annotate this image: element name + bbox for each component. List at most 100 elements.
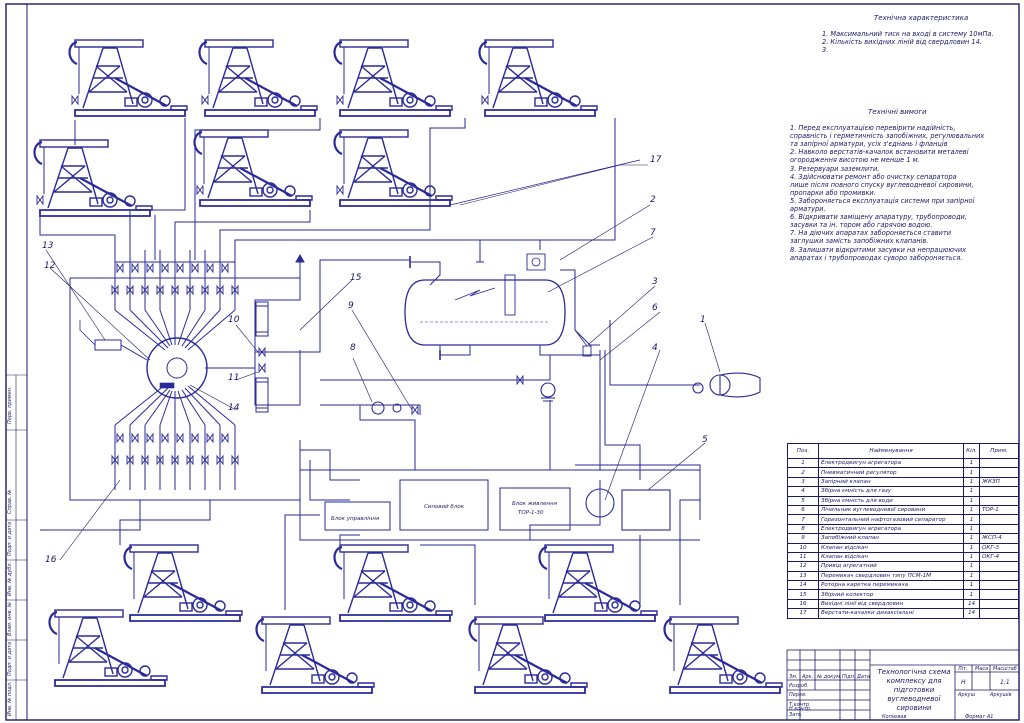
- spec-name: Клапан відсікач: [817, 551, 965, 563]
- tech-requirements-line: та запірної арматури, усіх з'єднань і фл…: [790, 140, 948, 149]
- callout-1: 1: [700, 315, 706, 325]
- spec-pos: 5: [787, 495, 819, 506]
- callout-17: 17: [650, 155, 662, 165]
- stamp-label: Взам. инв. №: [7, 602, 13, 636]
- spec-name: Збірна ємність для води: [817, 495, 965, 506]
- table-row: 10 Клапан відсікач 1 ОКГ-3: [787, 542, 1019, 553]
- title-role-doc: № докум.: [817, 674, 842, 680]
- pipelines: [39, 118, 701, 610]
- spec-qty: 1: [963, 523, 980, 535]
- spec-qty: 1: [963, 542, 980, 553]
- spec-qty: 14: [963, 598, 980, 610]
- title-sheets-label: Аркушів: [990, 692, 1012, 698]
- tech-requirements: Технічні вимоги 1. Перед експлуатацією п…: [790, 108, 984, 262]
- title-role-date: Дата: [857, 674, 870, 680]
- callout-5: 5: [702, 435, 708, 445]
- spec-note: ОКГ-3: [979, 542, 1019, 553]
- spec-qty: 1: [963, 533, 980, 544]
- spec-qty: 1: [963, 504, 980, 516]
- table-row: 7 Горизонтальний нафтогазовий сепаратор 1: [787, 514, 1019, 525]
- spec-qty: 1: [963, 486, 980, 497]
- spec-note: [979, 457, 1019, 469]
- spec-name: Запобіжний клапан: [817, 533, 965, 544]
- tech-requirements-line: 6. Відкривати заміщену апаратуру, трубоп…: [790, 213, 967, 222]
- spec-pos: 8: [787, 523, 819, 535]
- spec-note: [979, 589, 1019, 600]
- spec-name: Верстати-качалки дизаксіальні: [817, 608, 965, 619]
- callout-6: 6: [652, 303, 658, 313]
- table-row: 1 Електродвигун агрегатора 1: [787, 457, 1019, 469]
- spec-pos: 11: [787, 551, 819, 563]
- spec-qty: 1: [963, 457, 980, 469]
- spec-qty: 1: [963, 570, 980, 582]
- spec-qty: 1: [963, 561, 980, 572]
- spec-note: ЖСП-4: [979, 533, 1019, 544]
- stamp-label: Справ. №: [7, 489, 13, 514]
- block-control-label: Блок управління: [331, 516, 380, 522]
- spec-name: Електродвигун агрегатора: [817, 523, 965, 535]
- tech-requirements-line: арматури.: [790, 205, 826, 214]
- spec-name: Привід агрегатний: [817, 561, 965, 572]
- spec-qty: 1: [963, 551, 980, 563]
- callout-14: 14: [228, 403, 240, 413]
- spec-pos: 3: [787, 476, 819, 488]
- spec-pos: 1: [787, 457, 819, 469]
- spec-note: [979, 561, 1019, 572]
- table-row: 15 Збірний колектор 1: [787, 589, 1019, 600]
- title-scale-value: 1:1: [1000, 679, 1010, 686]
- table-row: 8 Електродвигун агрегатора 1: [787, 523, 1019, 535]
- stamp-label: Перв. примен.: [7, 386, 13, 424]
- tech-requirements-line: заглушки замість запобіжних клапанів.: [790, 237, 929, 246]
- tech-requirements-line: огородження висотою не менше 1 м.: [790, 156, 920, 165]
- callout-3: 3: [652, 277, 658, 287]
- title-role-developer: Розроб.: [789, 683, 809, 689]
- callout-12: 12: [44, 261, 56, 271]
- spec-pos: 12: [787, 561, 819, 572]
- tech-requirements-line: 8. Залишати відкритими засувки на непрац…: [790, 245, 967, 254]
- title-lit-label: Літ.: [958, 666, 968, 672]
- tech-requirements-line: засувки та ін. тором або гарячою водою.: [790, 221, 933, 230]
- spec-header-qty: Кіл.: [963, 443, 980, 459]
- spec-name: Збірний колектор: [817, 589, 965, 600]
- table-row: 16 Вихідні лінії від свердловин 14: [787, 598, 1019, 610]
- callout-7: 7: [650, 228, 656, 238]
- tech-requirements-line: апаратах і трубопроводах суворо забороня…: [790, 253, 963, 262]
- title-role-checker: Перев.: [789, 692, 807, 698]
- spec-header-note: Прим.: [979, 443, 1019, 459]
- spec-header-row: Поз. Найменування Кіл. Прим.: [787, 443, 1019, 459]
- title-role-sheet: Арк.: [802, 674, 814, 680]
- block-supply-label-2: ТОР-1-30: [518, 510, 544, 516]
- callout-11: 11: [228, 373, 239, 383]
- spec-pos: 16: [787, 598, 819, 610]
- spec-note: [979, 486, 1019, 497]
- stamp-label: Инв. № подл.: [7, 681, 13, 717]
- callout-9: 9: [348, 301, 354, 311]
- title-mass-label: Маса: [975, 666, 989, 672]
- tech-requirements-line: справність і герметичність запобіжних, р…: [790, 132, 985, 141]
- callout-15: 15: [350, 273, 362, 283]
- stamp-label: Подп. и дата: [7, 641, 13, 676]
- spec-pos: 14: [787, 580, 819, 591]
- spec-note: [979, 523, 1019, 535]
- callout-10: 10: [228, 315, 240, 325]
- title-role-change: Зм.: [789, 674, 798, 680]
- spec-pos: 2: [787, 467, 819, 478]
- spec-name: Електродвигун агрегатора: [817, 457, 965, 469]
- spec-note: ЖКЗП: [979, 476, 1019, 488]
- title-format: Формат А1: [965, 714, 994, 720]
- spec-pos: 9: [787, 533, 819, 544]
- spec-note: [979, 598, 1019, 610]
- spec-header-name: Найменування: [817, 443, 965, 459]
- table-row: 12 Привід агрегатний 1: [787, 561, 1019, 572]
- block-supply-label-1: Блок живлення: [512, 501, 558, 507]
- spec-pos: 17: [787, 608, 819, 619]
- table-row: 2 Пневматичний регулятор 1: [787, 467, 1019, 478]
- tech-characteristics-line: 3.: [822, 46, 829, 55]
- table-row: 13 Перемикач свердловин типу ПСМ-1М 1: [787, 570, 1019, 582]
- drawing-title-line: Технологічна схема: [877, 668, 951, 676]
- spec-pos: 10: [787, 542, 819, 553]
- spec-qty: 14: [963, 608, 980, 619]
- block-power-label: Силовий блок: [424, 504, 465, 510]
- title-sheet-label: Аркуш: [958, 692, 976, 698]
- spec-note: [979, 514, 1019, 525]
